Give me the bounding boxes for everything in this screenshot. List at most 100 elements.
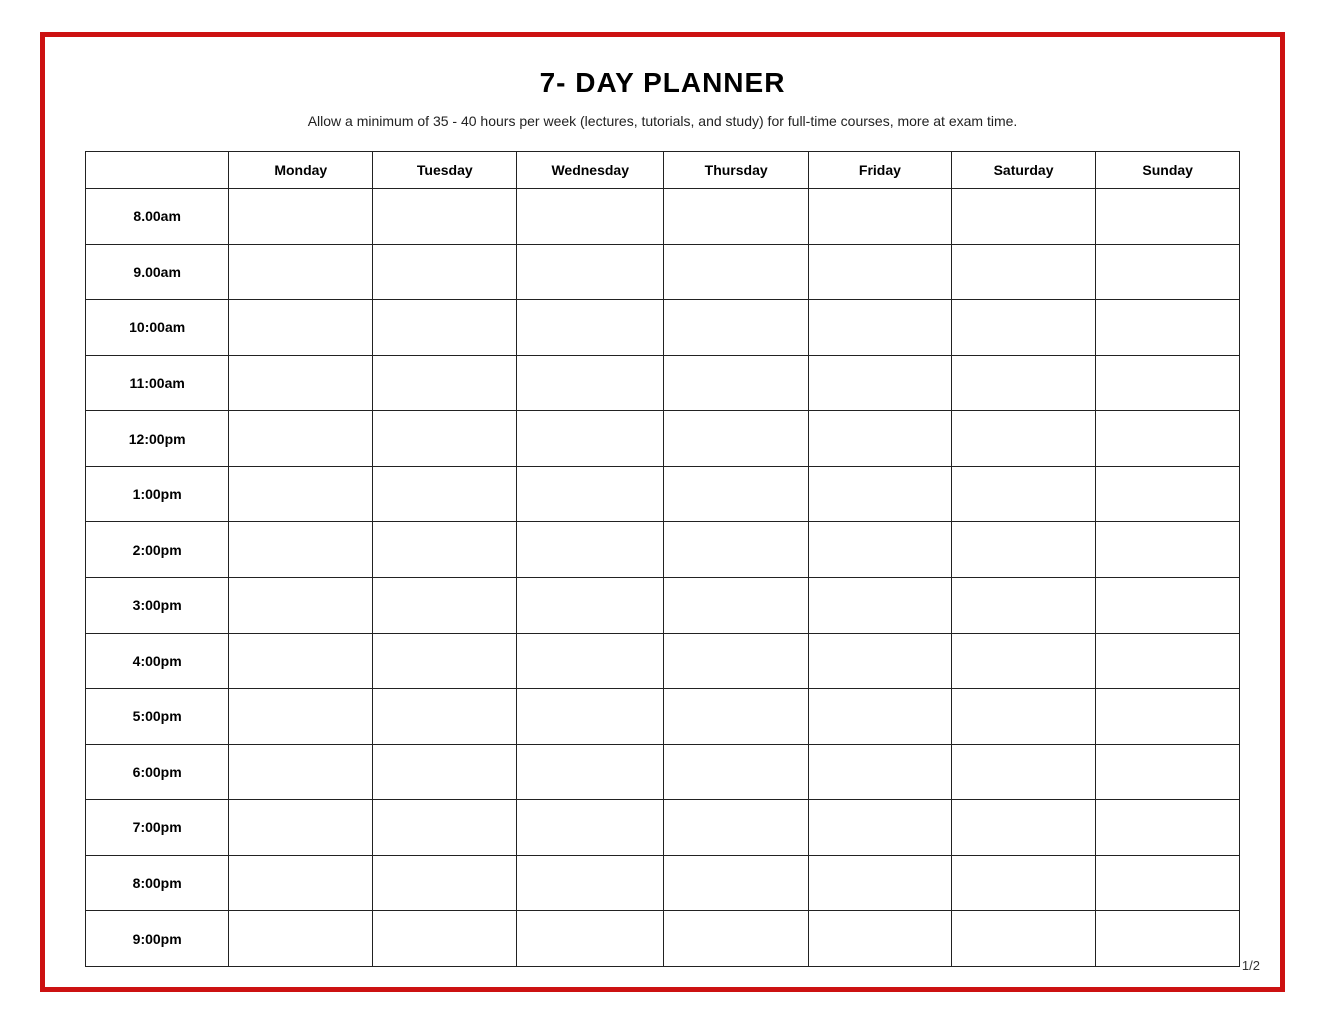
- schedule-cell[interactable]: [229, 522, 373, 578]
- schedule-cell[interactable]: [1096, 633, 1240, 689]
- schedule-cell[interactable]: [951, 300, 1096, 356]
- schedule-cell[interactable]: [1096, 689, 1240, 745]
- schedule-cell[interactable]: [1096, 577, 1240, 633]
- schedule-cell[interactable]: [664, 300, 809, 356]
- schedule-cell[interactable]: [809, 411, 952, 467]
- schedule-cell[interactable]: [951, 355, 1096, 411]
- schedule-cell[interactable]: [951, 244, 1096, 300]
- schedule-cell[interactable]: [664, 633, 809, 689]
- schedule-cell[interactable]: [229, 577, 373, 633]
- schedule-cell[interactable]: [1096, 189, 1240, 245]
- schedule-cell[interactable]: [373, 244, 517, 300]
- schedule-cell[interactable]: [664, 744, 809, 800]
- schedule-cell[interactable]: [664, 522, 809, 578]
- schedule-cell[interactable]: [951, 522, 1096, 578]
- schedule-cell[interactable]: [517, 411, 664, 467]
- schedule-cell[interactable]: [951, 855, 1096, 911]
- schedule-cell[interactable]: [664, 466, 809, 522]
- schedule-cell[interactable]: [229, 466, 373, 522]
- schedule-cell[interactable]: [373, 911, 517, 967]
- schedule-cell[interactable]: [951, 189, 1096, 245]
- schedule-cell[interactable]: [809, 633, 952, 689]
- schedule-cell[interactable]: [809, 355, 952, 411]
- schedule-cell[interactable]: [373, 744, 517, 800]
- schedule-cell[interactable]: [229, 689, 373, 745]
- schedule-cell[interactable]: [951, 577, 1096, 633]
- schedule-cell[interactable]: [809, 911, 952, 967]
- schedule-cell[interactable]: [373, 800, 517, 856]
- schedule-cell[interactable]: [373, 633, 517, 689]
- schedule-cell[interactable]: [809, 300, 952, 356]
- schedule-cell[interactable]: [229, 411, 373, 467]
- schedule-cell[interactable]: [809, 689, 952, 745]
- schedule-cell[interactable]: [373, 355, 517, 411]
- schedule-cell[interactable]: [664, 355, 809, 411]
- schedule-cell[interactable]: [664, 189, 809, 245]
- schedule-cell[interactable]: [664, 577, 809, 633]
- schedule-cell[interactable]: [229, 911, 373, 967]
- schedule-cell[interactable]: [664, 411, 809, 467]
- schedule-cell[interactable]: [809, 744, 952, 800]
- schedule-cell[interactable]: [517, 244, 664, 300]
- schedule-cell[interactable]: [517, 800, 664, 856]
- schedule-cell[interactable]: [229, 855, 373, 911]
- schedule-cell[interactable]: [229, 189, 373, 245]
- schedule-cell[interactable]: [1096, 244, 1240, 300]
- schedule-cell[interactable]: [809, 855, 952, 911]
- schedule-cell[interactable]: [951, 411, 1096, 467]
- schedule-cell[interactable]: [951, 911, 1096, 967]
- schedule-cell[interactable]: [229, 244, 373, 300]
- schedule-cell[interactable]: [517, 522, 664, 578]
- schedule-cell[interactable]: [373, 577, 517, 633]
- schedule-cell[interactable]: [229, 300, 373, 356]
- schedule-cell[interactable]: [1096, 522, 1240, 578]
- schedule-cell[interactable]: [664, 689, 809, 745]
- schedule-cell[interactable]: [229, 633, 373, 689]
- schedule-cell[interactable]: [373, 300, 517, 356]
- schedule-cell[interactable]: [373, 189, 517, 245]
- schedule-cell[interactable]: [517, 911, 664, 967]
- schedule-cell[interactable]: [373, 855, 517, 911]
- schedule-cell[interactable]: [517, 689, 664, 745]
- schedule-cell[interactable]: [1096, 800, 1240, 856]
- schedule-cell[interactable]: [517, 744, 664, 800]
- time-cell: 1:00pm: [86, 466, 229, 522]
- schedule-cell[interactable]: [373, 689, 517, 745]
- schedule-cell[interactable]: [1096, 300, 1240, 356]
- schedule-cell[interactable]: [664, 800, 809, 856]
- schedule-cell[interactable]: [809, 522, 952, 578]
- schedule-cell[interactable]: [1096, 355, 1240, 411]
- schedule-cell[interactable]: [1096, 744, 1240, 800]
- schedule-cell[interactable]: [517, 855, 664, 911]
- schedule-cell[interactable]: [951, 800, 1096, 856]
- schedule-cell[interactable]: [373, 466, 517, 522]
- schedule-cell[interactable]: [664, 244, 809, 300]
- schedule-cell[interactable]: [664, 911, 809, 967]
- schedule-cell[interactable]: [809, 189, 952, 245]
- schedule-cell[interactable]: [517, 577, 664, 633]
- schedule-cell[interactable]: [373, 411, 517, 467]
- schedule-cell[interactable]: [1096, 411, 1240, 467]
- schedule-cell[interactable]: [229, 355, 373, 411]
- schedule-cell[interactable]: [1096, 911, 1240, 967]
- schedule-cell[interactable]: [951, 689, 1096, 745]
- schedule-cell[interactable]: [373, 522, 517, 578]
- schedule-cell[interactable]: [229, 800, 373, 856]
- schedule-cell[interactable]: [517, 633, 664, 689]
- schedule-cell[interactable]: [951, 633, 1096, 689]
- schedule-cell[interactable]: [951, 744, 1096, 800]
- schedule-cell[interactable]: [517, 189, 664, 245]
- schedule-cell[interactable]: [517, 466, 664, 522]
- schedule-cell[interactable]: [664, 855, 809, 911]
- schedule-cell[interactable]: [229, 744, 373, 800]
- schedule-cell[interactable]: [951, 466, 1096, 522]
- schedule-cell[interactable]: [809, 577, 952, 633]
- schedule-cell[interactable]: [517, 300, 664, 356]
- schedule-cell[interactable]: [809, 466, 952, 522]
- schedule-cell[interactable]: [809, 800, 952, 856]
- schedule-cell[interactable]: [1096, 855, 1240, 911]
- time-cell: 6:00pm: [86, 744, 229, 800]
- schedule-cell[interactable]: [809, 244, 952, 300]
- schedule-cell[interactable]: [517, 355, 664, 411]
- schedule-cell[interactable]: [1096, 466, 1240, 522]
